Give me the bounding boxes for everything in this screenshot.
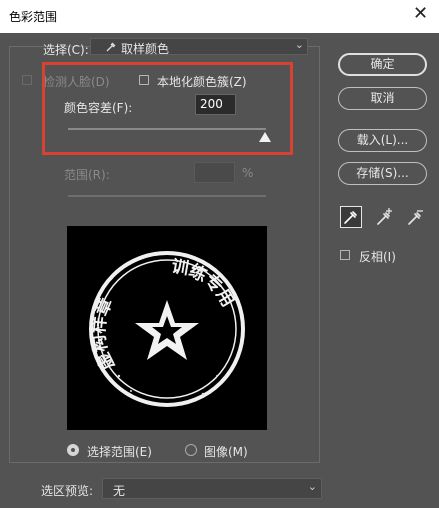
ok-button[interactable]: 确定 [338,53,427,76]
eyedropper-minus-icon[interactable] [404,206,426,228]
chevron-down-icon: ⌄ [294,38,304,51]
fuzziness-slider[interactable] [68,128,266,130]
window-title: 色彩范围 [9,10,58,24]
invert-label: 反相(I) [359,250,396,264]
detect-faces-label: 检测人脸(D) [43,75,110,89]
save-button[interactable]: 存储(S)... [338,162,427,185]
range-label: 范围(R): [64,168,110,182]
selection-preview-value: 无 [113,484,126,498]
range-unit: % [242,166,254,180]
eyedropper-icon [106,41,116,55]
selection-radio[interactable] [67,444,79,456]
selection-preview-dropdown[interactable]: 无 ⌄ [102,478,322,499]
selection-preview-image: 虚构样章 训练专用 [67,226,267,430]
range-slider[interactable] [68,195,266,197]
select-dropdown[interactable]: 取样颜色 ⌄ [90,38,308,56]
image-radio-label: 图像(M) [204,445,248,459]
localized-clusters-label: 本地化颜色簇(Z) [157,75,247,89]
range-input[interactable] [194,162,235,183]
eyedropper-plus-icon[interactable] [373,206,395,228]
selection-preview-label: 选区预览: [41,484,94,498]
detect-faces-checkbox[interactable] [22,75,32,85]
invert-checkbox[interactable] [340,250,350,260]
select-value: 取样颜色 [121,42,170,56]
image-radio[interactable] [185,444,197,456]
fuzziness-input[interactable]: 200 [195,94,236,115]
select-label: 选择(C): [43,43,89,57]
cancel-button[interactable]: 取消 [338,87,427,110]
load-button[interactable]: 载入(L)... [338,129,427,152]
fuzziness-label: 颜色容差(F): [64,101,133,115]
chevron-down-icon: ⌄ [307,480,317,493]
localized-clusters-checkbox[interactable] [139,75,149,85]
eyedropper-icon[interactable] [340,206,362,228]
close-icon[interactable]: ✕ [413,5,428,23]
selection-radio-label: 选择范围(E) [87,445,152,459]
title-bar: 色彩范围 ✕ [0,0,439,33]
